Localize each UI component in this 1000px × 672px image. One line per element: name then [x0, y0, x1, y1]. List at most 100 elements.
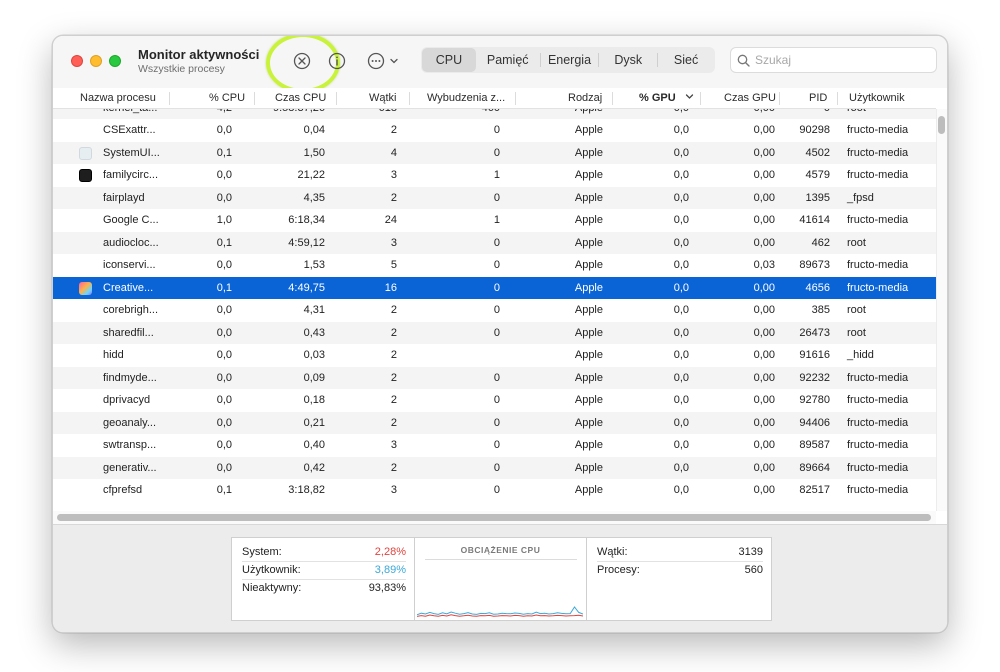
cell-gpu: 0,0	[673, 484, 689, 496]
cell-gpu-time: 0,00	[753, 214, 775, 226]
cpu-user-load-line	[417, 606, 583, 616]
table-row[interactable]: corebrigh... 0,0 4,31 2 0 Apple 0,0 0,00 385 root	[53, 299, 936, 322]
cell-cpu: 0,1	[216, 484, 232, 496]
table-row[interactable]: familycirc... 0,0 21,22 3 1 Apple 0,0 0,00 4579 f…	[53, 164, 936, 187]
cpu-summary-footer: System: 2,28% Użytkownik: 3,89% Nieaktyw…	[53, 524, 947, 632]
table-row[interactable]: generativ... 0,0 0,42 2 0 Apple 0,0 0,00 89664 fr…	[53, 456, 936, 479]
column-header-cpu-time[interactable]: Czas CPU	[275, 92, 326, 104]
cell-user: fructo-media	[847, 371, 909, 384]
cell-wakeups: 0	[493, 461, 500, 474]
column-divider[interactable]	[336, 92, 337, 105]
cell-name: kernel_ta...	[103, 109, 157, 114]
chevron-down-icon	[390, 58, 398, 64]
table-row[interactable]: findmyde... 0,0 0,09 2 0 Apple 0,0 0,00 92232 fru…	[53, 366, 936, 389]
cell-user: root	[847, 109, 866, 114]
more-actions-button[interactable]	[363, 49, 403, 73]
cpu-usage-panel: System: 2,28% Użytkownik: 3,89% Nieaktyw…	[231, 537, 415, 621]
stat-system: System: 2,28%	[242, 544, 406, 562]
table-row[interactable]: iconservi... 0,0 1,53 5 0 Apple 0,0 0,03 89673 fr…	[53, 254, 936, 277]
table-row[interactable]: sharedfil... 0,0 0,43 2 0 Apple 0,0 0,00 26473 ro…	[53, 321, 936, 344]
column-divider[interactable]	[700, 92, 701, 105]
family-app-icon	[79, 169, 92, 182]
table-row-selected[interactable]: Creative... 0,1 4:49,75 16 0 Apple 0,0 0,00 4656…	[53, 276, 936, 299]
vertical-scrollbar[interactable]	[936, 109, 947, 511]
table-row[interactable]: kernel_ta...4,29:58:37,26618460Apple0,00…	[53, 109, 936, 119]
stat-user-value: 3,89%	[374, 564, 406, 576]
vertical-scroll-thumb[interactable]	[938, 116, 945, 134]
tab-disk[interactable]: Dysk	[599, 48, 657, 72]
table-row[interactable]: hidd 0,0 0,03 2 Apple 0,0 0,00 91616 _hidd	[53, 344, 936, 367]
cell-threads: 2	[390, 349, 397, 361]
table-row[interactable]: CSExattr... 0,0 0,04 2 0 Apple 0,0 0,00 90298 fru…	[53, 119, 936, 142]
cell-cpu-time: 9:58:37,26	[273, 109, 325, 114]
tab-cpu[interactable]: CPU	[422, 48, 476, 72]
table-row[interactable]: SystemUI... 0,1 1,50 4 0 Apple 0,0 0,00 4502 fruc…	[53, 141, 936, 164]
tab-network[interactable]: Sieć	[658, 48, 714, 72]
cell-cpu: 0,0	[216, 439, 232, 451]
cell-gpu-time: 0,00	[753, 124, 775, 136]
cell-user: fructo-media	[847, 146, 909, 159]
process-table[interactable]: kernel_ta...4,29:58:37,26618460Apple0,00…	[53, 109, 936, 511]
cell-threads: 2	[390, 124, 397, 136]
cell-name: SystemUI...	[103, 146, 160, 159]
column-header-name[interactable]: Nazwa procesu	[80, 92, 156, 104]
cell-cpu-time: 0,18	[303, 394, 325, 406]
cell-pid: 82517	[799, 484, 830, 496]
tab-energy[interactable]: Energia	[541, 48, 599, 72]
column-header-gpu[interactable]: % GPU	[639, 92, 694, 104]
stat-idle: Nieaktywny: 93,83%	[242, 580, 406, 598]
cell-threads: 3	[390, 236, 397, 249]
cell-pid: 4579	[805, 169, 830, 181]
sort-descending-icon	[685, 94, 693, 99]
view-subtitle[interactable]: Wszystkie procesy	[138, 63, 225, 75]
column-divider[interactable]	[837, 92, 838, 105]
cell-gpu-time: 0,00	[753, 146, 775, 159]
close-window-button[interactable]	[71, 55, 83, 67]
column-header-cpu[interactable]: % CPU	[209, 92, 245, 104]
search-input[interactable]	[755, 53, 915, 67]
cell-pid: 89673	[799, 259, 830, 271]
table-row[interactable]: swtransp... 0,0 0,40 3 0 Apple 0,0 0,00 89587 fru…	[53, 434, 936, 457]
cell-user: fructo-media	[847, 416, 909, 429]
table-row[interactable]: dprivacyd 0,0 0,18 2 0 Apple 0,0 0,00 92780 fruct…	[53, 389, 936, 412]
column-header-threads[interactable]: Wątki	[369, 92, 397, 104]
cell-wakeups: 1	[493, 169, 500, 181]
cell-kind: Apple	[574, 236, 603, 249]
stat-threads-label: Wątki:	[597, 546, 628, 558]
cell-pid: 385	[811, 304, 830, 316]
column-header-wakeups[interactable]: Wybudzenia z...	[427, 92, 505, 104]
cell-cpu-time: 0,43	[303, 326, 325, 339]
column-divider[interactable]	[612, 92, 613, 105]
inspect-process-button[interactable]	[325, 49, 349, 73]
table-row[interactable]: cfprefsd 0,1 3:18,82 3 0 Apple 0,0 0,00 82517 fru…	[53, 479, 936, 502]
column-divider[interactable]	[254, 92, 255, 105]
view-tabs: CPU Pamięć Energia Dysk Sieć	[421, 47, 715, 73]
minimize-window-button[interactable]	[90, 55, 102, 67]
column-divider[interactable]	[169, 92, 170, 105]
cell-cpu-time: 4,31	[303, 304, 325, 316]
column-divider[interactable]	[779, 92, 780, 105]
cell-threads: 2	[390, 191, 397, 204]
column-header-gpu-time[interactable]: Czas GPU	[724, 92, 776, 104]
table-row[interactable]: geoanaly... 0,0 0,21 2 0 Apple 0,0 0,00 94406 fru…	[53, 411, 936, 434]
cell-wakeups: 0	[493, 416, 500, 429]
column-divider[interactable]	[409, 92, 410, 105]
cell-kind: Apple	[574, 281, 603, 294]
tab-memory[interactable]: Pamięć	[476, 48, 540, 72]
zoom-window-button[interactable]	[109, 55, 121, 67]
column-header-kind[interactable]: Rodzaj	[568, 92, 602, 104]
horizontal-scroll-thumb[interactable]	[57, 514, 931, 521]
cell-cpu: 0,0	[216, 371, 232, 384]
cell-user: fructo-media	[847, 214, 909, 226]
table-row[interactable]: audiocloc... 0,1 4:59,12 3 0 Apple 0,0 0,00 462 r…	[53, 231, 936, 254]
search-field[interactable]	[730, 47, 937, 73]
process-rows: kernel_ta...4,29:58:37,26618460Apple0,00…	[53, 109, 936, 502]
column-header-pid[interactable]: PID	[809, 92, 827, 104]
cell-gpu-time: 0,03	[753, 259, 775, 271]
cell-kind: Apple	[574, 169, 603, 181]
table-row[interactable]: fairplayd 0,0 4,35 2 0 Apple 0,0 0,00 1395 _fpsd	[53, 186, 936, 209]
cell-gpu-time: 0,00	[753, 371, 775, 384]
column-divider[interactable]	[515, 92, 516, 105]
table-row[interactable]: Google C... 1,0 6:18,34 24 1 Apple 0,0 0,00 4161…	[53, 209, 936, 232]
column-header-user[interactable]: Użytkownik	[849, 92, 905, 104]
